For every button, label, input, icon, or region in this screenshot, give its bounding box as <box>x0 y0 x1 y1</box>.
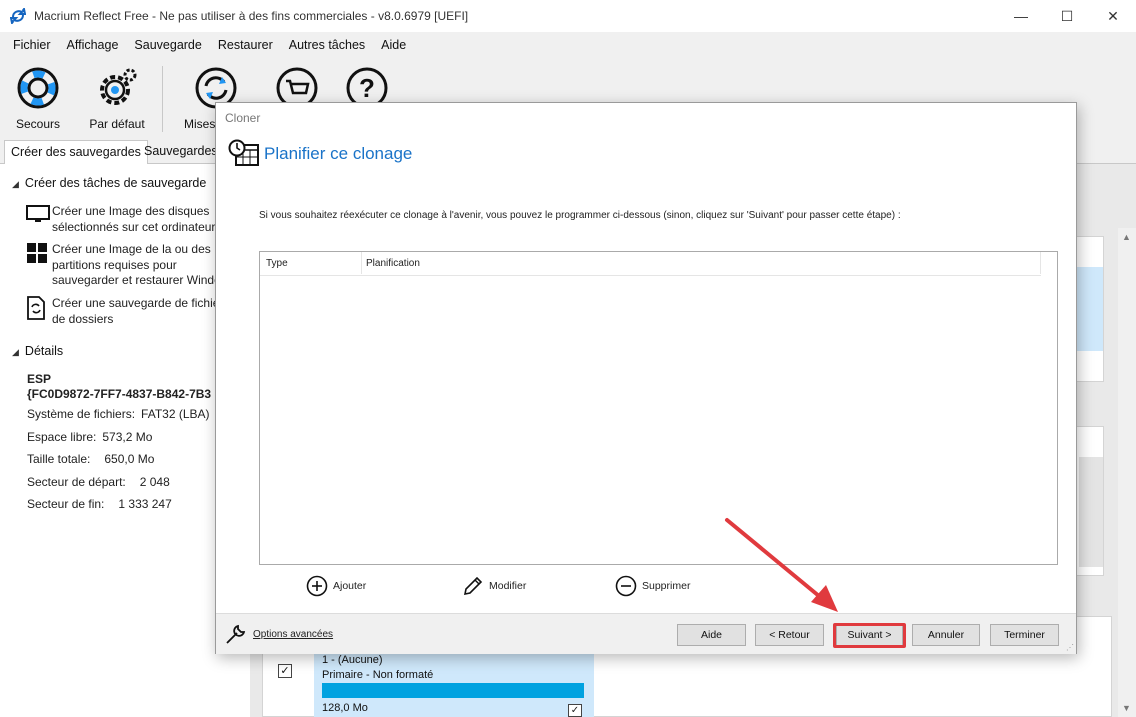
details-heading: Détails <box>24 344 64 358</box>
menu-affichage[interactable]: Affichage <box>59 38 127 52</box>
task-file-backup-line2: de dossiers <box>52 311 114 326</box>
tab-create-backups[interactable]: Créer des sauvegardes <box>4 140 148 164</box>
delete-button[interactable]: Supprimer <box>615 575 690 597</box>
tab-backups[interactable]: Sauvegardes <box>138 140 224 164</box>
task-image-windows-line1: Créer une Image de la ou des <box>52 242 211 256</box>
help-button[interactable]: Aide <box>677 624 746 646</box>
windows-icon <box>27 243 47 263</box>
detail-label: Espace libre: <box>27 429 97 444</box>
rescue-label: Secours <box>15 117 61 131</box>
details-panel: ESP {FC0D9872-7FF7-4837-B842-7B3 Système… <box>27 372 211 520</box>
partition-checkbox[interactable]: ✓ <box>568 704 582 717</box>
menu-autres-taches[interactable]: Autres tâches <box>281 38 373 52</box>
finish-button[interactable]: Terminer <box>990 624 1059 646</box>
defaults-label: Par défaut <box>89 117 145 131</box>
title-bar: Macrium Reflect Free - Ne pas utiliser à… <box>0 0 1136 32</box>
delete-label: Supprimer <box>642 580 691 592</box>
dialog-title: Cloner <box>225 111 261 125</box>
maximize-button[interactable]: ☐ <box>1044 0 1090 32</box>
partition-name: ESP <box>27 372 52 386</box>
defaults-button[interactable]: Par défaut <box>82 66 152 131</box>
partition-guid: {FC0D9872-7FF7-4837-B842-7B3 <box>27 387 212 401</box>
schedule-list[interactable]: Type Planification <box>259 251 1058 565</box>
monitor-icon <box>26 205 50 222</box>
window-title: Macrium Reflect Free - Ne pas utiliser à… <box>34 9 469 23</box>
clone-dialog: Cloner Planifier ce clonage Si vous souh… <box>215 102 1077 654</box>
dialog-heading: Planifier ce clonage <box>264 144 413 163</box>
minimize-button[interactable]: — <box>998 0 1044 32</box>
task-image-windows[interactable]: Créer une Image de la ou des partitions … <box>26 242 246 289</box>
advanced-options-label: Options avancées <box>253 628 334 640</box>
menu-fichier[interactable]: Fichier <box>5 38 59 52</box>
add-button[interactable]: Ajouter <box>306 575 366 597</box>
add-label: Ajouter <box>333 580 367 592</box>
collapse-triangle-icon: ◢ <box>12 179 19 189</box>
edit-label: Modifier <box>489 580 527 592</box>
detail-row: Système de fichiers: FAT32 (LBA) <box>27 407 211 430</box>
schedule-icon <box>228 139 259 166</box>
detail-label: Secteur de fin: <box>27 497 105 511</box>
task-image-disks-line2: sélectionnés sur cet ordinateur <box>52 219 216 234</box>
left-panel: ◢ Créer des tâches de sauvegarde Créer un… <box>0 164 250 717</box>
close-button[interactable]: ✕ <box>1090 0 1136 32</box>
detail-value: FAT32 (LBA) <box>141 407 210 421</box>
partition-usage-bar <box>322 683 584 698</box>
dialog-instruction: Si vous souhaitez réexécuter ce clonage … <box>259 210 901 221</box>
task-image-windows-line2: partitions requises pour <box>52 257 177 272</box>
create-tasks-heading: Créer des tâches de sauvegarde <box>24 176 207 190</box>
menu-restaurer[interactable]: Restaurer <box>210 38 281 52</box>
detail-row: Secteur de fin: 1 333 247 <box>27 497 211 520</box>
list-header: Type Planification <box>260 252 1041 276</box>
partition-number: 1 - (Aucune) <box>322 654 383 666</box>
cancel-button[interactable]: Annuler <box>912 624 980 646</box>
pencil-icon <box>463 576 483 596</box>
detail-value: 1 333 247 <box>118 497 172 511</box>
wrench-icon <box>226 624 246 644</box>
lifebuoy-icon <box>17 67 59 109</box>
task-file-backup-line1: Créer une sauvegarde de fichiers <box>52 296 230 310</box>
next-button-highlight <box>833 623 906 648</box>
menu-bar: Fichier Affichage Sauvegarde Restaurer A… <box>0 32 1136 58</box>
column-type[interactable]: Type <box>266 258 288 269</box>
detail-row: Secteur de départ: 2 048 <box>27 475 211 498</box>
plus-circle-icon <box>306 575 328 597</box>
disk-checkbox[interactable]: ✓ <box>278 664 292 678</box>
detail-value: 2 048 <box>139 474 170 489</box>
rescue-button[interactable]: Secours <box>3 66 73 131</box>
scroll-up-icon[interactable]: ▲ <box>1122 232 1131 242</box>
back-button[interactable]: < Retour <box>755 624 824 646</box>
scroll-down-icon[interactable]: ▼ <box>1122 703 1131 713</box>
partition-type: Primaire - Non formaté <box>322 669 434 681</box>
detail-value: 573,2 Mo <box>102 429 153 444</box>
edit-button[interactable]: Modifier <box>462 575 526 597</box>
partition-card[interactable]: 1 - (Aucune) Primaire - Non formaté 128,… <box>314 652 594 717</box>
partition-size: 128,0 Mo <box>322 702 368 714</box>
detail-label: Secteur de départ: <box>27 474 126 489</box>
collapse-triangle-icon: ◢ <box>12 347 19 357</box>
advanced-options-link[interactable]: Options avancées <box>224 622 333 646</box>
gear-icon <box>100 68 137 105</box>
task-image-disks[interactable]: Créer une Image des disques sélectionnés… <box>26 204 246 235</box>
detail-row: Taille totale: 650,0 Mo <box>27 452 211 475</box>
task-image-disks-line1: Créer une Image des disques <box>52 204 210 218</box>
vertical-scrollbar[interactable]: ▲ ▼ <box>1118 228 1136 717</box>
task-file-backup[interactable]: Créer une sauvegarde de fichiers de doss… <box>26 296 246 327</box>
menu-aide[interactable]: Aide <box>373 38 414 52</box>
create-tasks-section[interactable]: ◢ Créer des tâches de sauvegarde <box>12 176 206 190</box>
detail-label: Système de fichiers: <box>27 407 136 421</box>
task-image-windows-line3: sauvegarder et restaurer Windows <box>52 273 236 287</box>
dialog-footer: Options avancées Aide < Retour Suivant >… <box>216 613 1076 654</box>
detail-row: Espace libre: 573,2 Mo <box>27 430 211 453</box>
svg-text:?: ? <box>359 73 375 103</box>
menu-sauvegarde[interactable]: Sauvegarde <box>126 38 209 52</box>
detail-label: Taille totale: <box>27 452 91 466</box>
minus-circle-icon <box>615 575 637 597</box>
resize-grip-icon[interactable]: ⋰ <box>1066 643 1074 652</box>
column-schedule[interactable]: Planification <box>366 258 420 269</box>
detail-value: 650,0 Mo <box>104 452 155 466</box>
file-backup-icon <box>27 296 45 320</box>
macrium-logo-icon <box>10 8 26 24</box>
details-section[interactable]: ◢ Détails <box>12 344 63 358</box>
